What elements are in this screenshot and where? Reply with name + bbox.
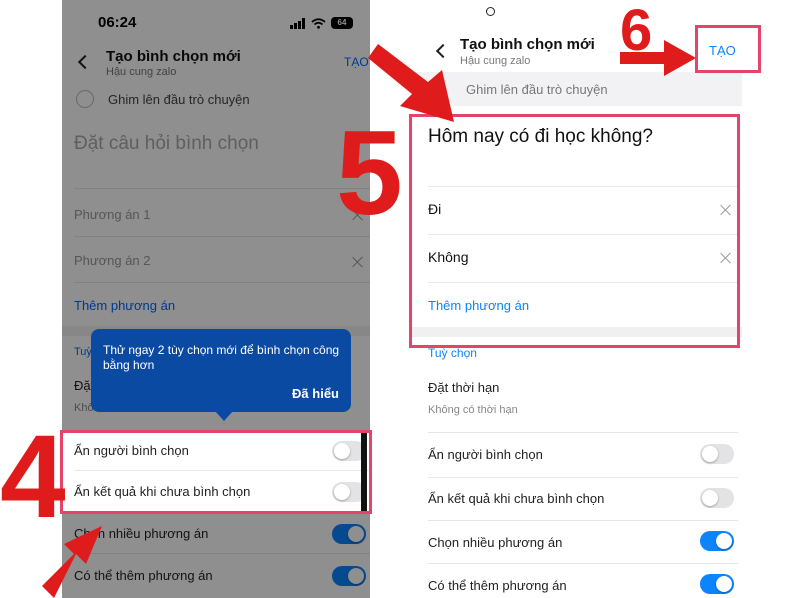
status-icons: 64 xyxy=(290,17,353,29)
header-title: Tạo bình chọn mới xyxy=(460,36,595,53)
deadline-value: Không có thời hạn xyxy=(428,404,518,416)
feature-tooltip: Thử ngay 2 tùy chọn mới để bình chọn côn… xyxy=(91,329,351,421)
tooltip-text: Thử ngay 2 tùy chọn mới để bình chọn côn… xyxy=(103,343,340,372)
pin-label: Ghim lên đầu trò chuyện xyxy=(108,92,250,107)
multi-choice-toggle[interactable] xyxy=(332,524,366,544)
pin-label: Ghim lên đầu trò chuyện xyxy=(466,82,608,97)
divider xyxy=(428,563,738,564)
divider xyxy=(428,520,738,521)
back-icon[interactable] xyxy=(77,54,93,70)
setting-label: Có thể thêm phương án xyxy=(428,578,567,593)
camera-dot-icon xyxy=(486,7,495,16)
header-subtitle: Hậu cung zalo xyxy=(460,55,531,67)
divider xyxy=(428,432,738,433)
setting-label: Ẩn người bình chọn xyxy=(428,447,543,462)
got-it-button[interactable]: Đã hiểu xyxy=(292,386,339,401)
hide-voters-toggle[interactable] xyxy=(700,444,734,464)
option-input-1[interactable]: Phương án 1 xyxy=(74,207,151,222)
pin-radio[interactable] xyxy=(76,90,94,108)
highlight-box-step-6 xyxy=(695,25,761,73)
highlight-box-step-5 xyxy=(409,114,740,348)
divider xyxy=(74,236,370,237)
options-section-label: Tuỳ xyxy=(74,346,92,358)
setting-row-hide-results[interactable]: Ẩn kết quả khi chưa bình chọn xyxy=(412,479,742,517)
divider xyxy=(74,188,370,189)
setting-row-multi-choice[interactable]: Chọn nhiều phương án xyxy=(412,523,742,561)
setting-label: Ẩn kết quả khi chưa bình chọn xyxy=(428,491,605,506)
arrow-step-6-icon xyxy=(620,40,696,76)
setting-row-add-options[interactable]: Có thể thêm phương án xyxy=(412,566,742,598)
header-title: Tạo bình chọn mới xyxy=(106,48,241,65)
arrow-step-5-icon xyxy=(368,44,454,122)
wifi-icon xyxy=(311,17,326,29)
option-input-2[interactable]: Phương án 2 xyxy=(74,253,151,268)
create-button[interactable]: TẠO xyxy=(344,55,369,69)
multi-choice-toggle[interactable] xyxy=(700,531,734,551)
highlight-box-step-4 xyxy=(60,430,372,514)
divider xyxy=(74,282,370,283)
step-number-4: 4 xyxy=(0,411,66,543)
cellular-signal-icon xyxy=(290,17,305,29)
battery-icon: 64 xyxy=(331,17,353,29)
deadline-label[interactable]: Đặt thời hạn xyxy=(428,380,499,395)
divider xyxy=(428,477,738,478)
add-options-toggle[interactable] xyxy=(332,566,366,586)
hide-results-toggle[interactable] xyxy=(700,488,734,508)
status-time: 06:24 xyxy=(98,14,137,31)
divider xyxy=(74,553,370,554)
question-input[interactable]: Đặt câu hỏi bình chọn xyxy=(74,133,259,155)
setting-label: Chọn nhiều phương án xyxy=(428,535,563,550)
add-options-toggle[interactable] xyxy=(700,574,734,594)
step-number-5: 5 xyxy=(336,106,403,240)
options-section-label: Tuỳ chọn xyxy=(428,346,477,360)
header-subtitle: Hậu cung zalo xyxy=(106,66,177,78)
clear-option-2-icon[interactable] xyxy=(352,256,364,268)
setting-row-hide-voters[interactable]: Ẩn người bình chọn xyxy=(412,436,742,474)
arrow-step-4-icon xyxy=(42,526,102,598)
add-option-link[interactable]: Thêm phương án xyxy=(74,298,175,313)
